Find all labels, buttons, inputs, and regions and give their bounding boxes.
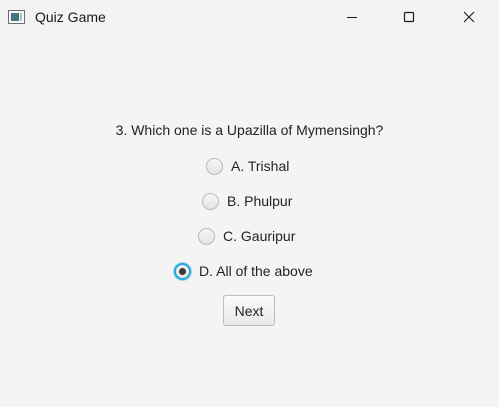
close-button[interactable] xyxy=(446,0,492,34)
maximize-icon xyxy=(403,11,415,23)
option-c[interactable]: C. Gauripur xyxy=(198,225,295,247)
option-a-label: A. Trishal xyxy=(231,158,290,174)
quiz-content: 3. Which one is a Upazilla of Mymensingh… xyxy=(0,34,499,407)
option-c-label: C. Gauripur xyxy=(223,228,296,244)
app-icon xyxy=(8,10,25,24)
minimize-icon xyxy=(347,17,357,18)
title-bar: Quiz Game xyxy=(0,0,499,34)
question-text: 3. Which one is a Upazilla of Mymensingh… xyxy=(115,122,384,138)
radio-button-a[interactable] xyxy=(206,157,223,175)
minimize-button[interactable] xyxy=(329,0,375,34)
option-b-label: B. Phulpur xyxy=(227,193,293,209)
window-title: Quiz Game xyxy=(35,9,106,25)
radio-button-c[interactable] xyxy=(198,227,215,245)
option-d-label: D. All of the above xyxy=(199,263,313,279)
next-button[interactable]: Next xyxy=(223,295,275,326)
radio-button-b[interactable] xyxy=(202,192,219,210)
option-a[interactable]: A. Trishal xyxy=(206,155,289,177)
radio-selected-dot xyxy=(179,267,186,275)
radio-button-d[interactable] xyxy=(174,262,191,280)
option-b[interactable]: B. Phulpur xyxy=(202,190,292,212)
close-icon xyxy=(463,11,475,23)
option-d[interactable]: D. All of the above xyxy=(174,260,313,282)
quiz-window: Quiz Game 3. Which one is a Upazilla of … xyxy=(0,0,499,407)
maximize-button[interactable] xyxy=(386,0,432,34)
